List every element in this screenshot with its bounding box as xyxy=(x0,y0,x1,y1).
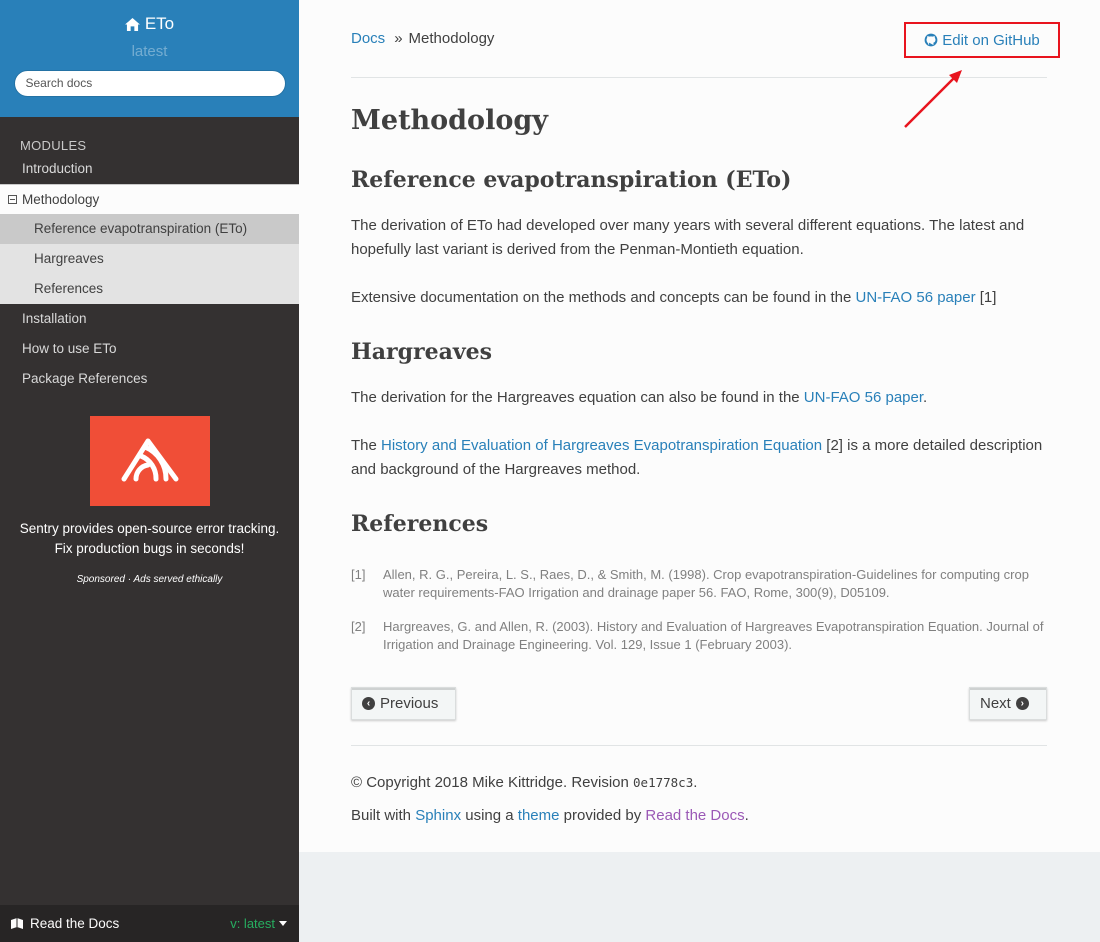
revision-hash: 0e1778c3 xyxy=(633,775,694,790)
eto-paragraph-2: Extensive documentation on the methods a… xyxy=(351,286,1047,310)
sidebar-item-methodology[interactable]: Methodology xyxy=(0,184,299,214)
section-heading-references: References xyxy=(351,511,489,537)
sidebar: ETo latest MODULES Introduction Methodol… xyxy=(0,0,299,942)
arrow-left-circle-icon: ‹ xyxy=(362,697,375,710)
sphinx-link[interactable]: Sphinx xyxy=(415,807,461,824)
sponsor-text[interactable]: Sentry provides open-source error tracki… xyxy=(0,519,299,559)
main-content: Docs » Methodology Edit on GitHub Methodol… xyxy=(299,0,1100,852)
page-title: Methodology xyxy=(351,105,548,136)
text: Extensive documentation on the methods a… xyxy=(351,289,856,306)
sentry-logo[interactable] xyxy=(89,416,210,506)
github-icon xyxy=(924,33,938,47)
text: The derivation for the Hargreaves equati… xyxy=(351,389,804,406)
rtd-label: Read the Docs xyxy=(30,916,120,931)
read-the-docs-link[interactable]: Read the Docs xyxy=(645,807,744,824)
sidebar-subitem-hargreaves[interactable]: Hargreaves xyxy=(0,244,299,274)
book-icon xyxy=(11,917,23,929)
sponsored-note: Sponsored · Ads served ethically xyxy=(76,574,223,585)
edit-on-github-link[interactable]: Edit on GitHub xyxy=(904,22,1060,58)
text: . xyxy=(693,774,698,791)
sidebar-header: ETo latest xyxy=(0,0,299,117)
previous-button[interactable]: ‹ Previous xyxy=(351,687,456,720)
edit-on-github-label: Edit on GitHub xyxy=(942,31,1040,49)
reference-number[interactable]: [2] xyxy=(351,618,383,654)
search-input[interactable] xyxy=(13,69,286,97)
copyright: © Copyright 2018 Mike Kittridge. Revisio… xyxy=(351,771,1047,795)
reference-text: Hargreaves, G. and Allen, R. (2003). His… xyxy=(383,619,1044,652)
sponsor-line-1: Sentry provides open-source error tracki… xyxy=(19,521,280,536)
reference-text: Allen, R. G., Pereira, L. S., Raes, D., … xyxy=(383,567,1029,600)
breadcrumb-separator: » xyxy=(394,30,403,47)
sentry-icon xyxy=(121,438,178,482)
arrow-right-circle-icon: › xyxy=(1015,697,1029,710)
text: using a xyxy=(461,807,518,824)
hargreaves-history-link[interactable]: History and Evaluation of Hargreaves Eva… xyxy=(381,437,822,454)
text: Built with xyxy=(351,807,416,824)
sponsor-ad: Sentry provides open-source error tracki… xyxy=(0,416,299,585)
caret-down-icon xyxy=(279,921,287,926)
sidebar-subitem-references[interactable]: References xyxy=(0,274,299,304)
sidebar-item-introduction[interactable]: Introduction xyxy=(0,154,299,184)
text: provided by xyxy=(559,807,646,824)
previous-label: Previous xyxy=(380,695,439,712)
sidebar-item-how-to-use[interactable]: How to use ETo xyxy=(0,334,299,364)
annotation-arrow xyxy=(904,70,962,128)
collapse-icon[interactable] xyxy=(8,195,17,204)
hargreaves-paragraph-2: The History and Evaluation of Hargreaves… xyxy=(351,434,1047,482)
eto-paragraph-1: The derivation of ETo had developed over… xyxy=(351,217,1025,258)
nav-caption: MODULES xyxy=(20,138,87,153)
section-heading-hargreaves: Hargreaves xyxy=(351,339,493,365)
un-fao-56-link[interactable]: UN-FAO 56 paper xyxy=(856,289,976,306)
home-icon xyxy=(124,17,140,31)
reference-number[interactable]: [1] xyxy=(351,566,383,602)
reference-item: [1] Allen, R. G., Pereira, L. S., Raes, … xyxy=(351,566,1047,602)
text: © Copyright 2018 Mike Kittridge. Revisio… xyxy=(351,774,634,791)
hargreaves-paragraph-1: The derivation for the Hargreaves equati… xyxy=(351,386,1047,410)
project-home-link[interactable]: ETo xyxy=(124,14,175,34)
text: The xyxy=(351,437,382,454)
built-with: Built with Sphinx using a theme provided… xyxy=(351,804,1047,828)
sidebar-item-package-references[interactable]: Package References xyxy=(0,364,299,394)
section-heading-reference-eto: Reference evapotranspiration (ETo) xyxy=(351,167,792,193)
project-name: ETo xyxy=(144,14,175,33)
rtd-versions-bar[interactable]: Read the Docs v: latest xyxy=(0,905,299,942)
reference-item: [2] Hargreaves, G. and Allen, R. (2003).… xyxy=(351,618,1047,654)
next-label: Next xyxy=(980,695,1011,712)
text: . xyxy=(744,807,749,824)
sidebar-item-label: Methodology xyxy=(22,192,100,207)
references-list: [1] Allen, R. G., Pereira, L. S., Raes, … xyxy=(351,566,1047,670)
breadcrumb-docs-link[interactable]: Docs xyxy=(351,30,385,47)
un-fao-56-link-2[interactable]: UN-FAO 56 paper xyxy=(804,389,923,406)
sidebar-subitem-reference-eto[interactable]: Reference evapotranspiration (ETo) xyxy=(0,214,299,244)
sponsor-line-2: Fix production bugs in seconds! xyxy=(54,541,245,556)
sidebar-item-installation[interactable]: Installation xyxy=(0,304,299,334)
citation-1: [1] xyxy=(975,289,997,306)
theme-link[interactable]: theme xyxy=(518,807,560,824)
rtd-version: v: latest xyxy=(230,916,275,931)
text: . xyxy=(923,389,928,406)
footer-divider xyxy=(351,745,1047,746)
project-version: latest xyxy=(131,42,168,60)
breadcrumb-current: Methodology xyxy=(408,30,495,47)
next-button[interactable]: Next › xyxy=(969,687,1047,720)
